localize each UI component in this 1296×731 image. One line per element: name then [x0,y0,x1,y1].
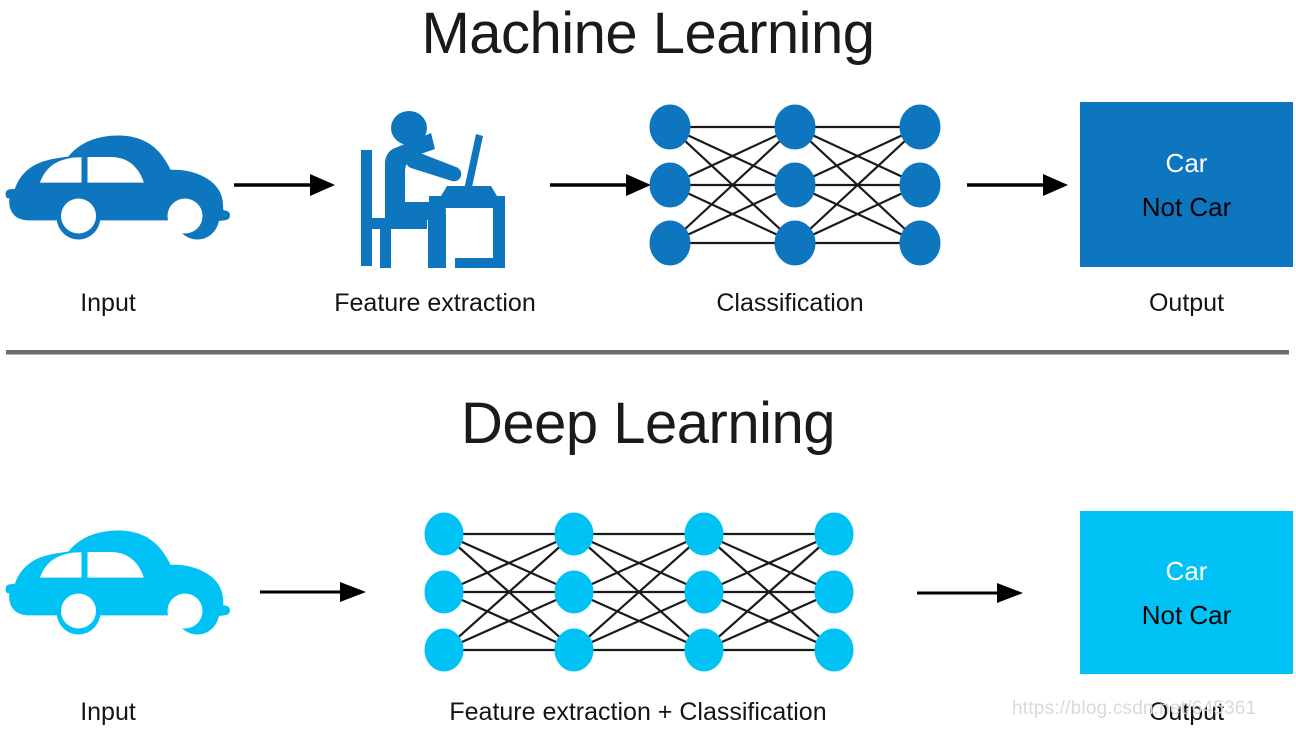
stage-label-feature-extraction-classification-dl: Feature extraction + Classification [449,698,827,726]
neural-network-icon-dl [418,512,858,672]
arrow-icon-dl-1 [258,580,368,604]
deep-learning-title: Deep Learning [460,391,836,456]
arrow-icon-ml-1 [232,173,337,197]
arrow-icon-dl-2 [915,581,1025,605]
stage-label-classification-ml: Classification [716,289,864,317]
person-at-laptop-icon [355,110,515,270]
car-icon [5,133,230,243]
output-positive-label-dl: Car [1165,555,1208,586]
section-divider [6,350,1289,355]
machine-learning-title: Machine Learning [421,1,875,66]
arrow-icon-ml-2 [548,173,653,197]
watermark-text: https://blog.csdn.net/645361 [1012,698,1257,719]
figure-canvas: Machine Learning Input Feature extractio… [0,0,1296,731]
stage-label-output-ml: Output [1148,289,1225,317]
output-negative-label-ml: Not Car [1141,191,1232,222]
output-negative-label-dl: Not Car [1141,599,1232,630]
stage-label-input-dl: Input [80,698,136,726]
car-icon-dl [5,528,230,638]
output-positive-label-ml: Car [1165,147,1208,178]
arrow-icon-ml-3 [965,173,1070,197]
stage-label-input-ml: Input [80,289,136,317]
neural-network-icon-ml [640,104,950,266]
output-box-dl: Car Not Car [1080,511,1293,674]
stage-label-feature-extraction-ml: Feature extraction [334,289,536,317]
output-box-ml: Car Not Car [1080,102,1293,267]
